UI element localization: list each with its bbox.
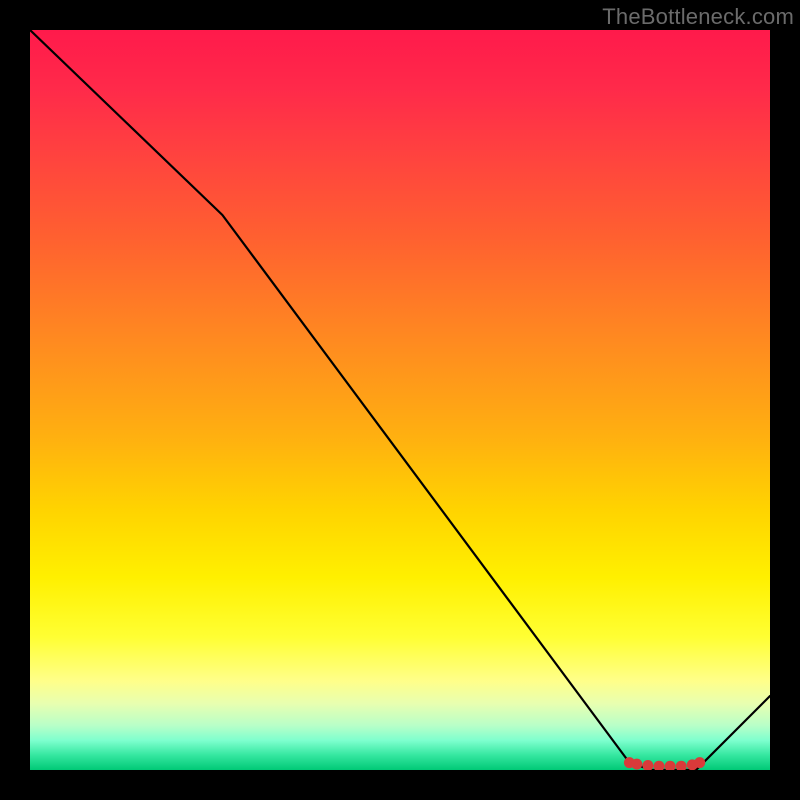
marker-point — [694, 757, 705, 768]
chart-frame: TheBottleneck.com — [0, 0, 800, 800]
marker-point — [624, 757, 635, 768]
marker-point — [687, 759, 698, 770]
marker-point — [676, 761, 687, 770]
plot-area — [30, 30, 770, 770]
marker-point — [665, 761, 676, 770]
marker-point — [631, 759, 642, 770]
watermark-text: TheBottleneck.com — [602, 4, 794, 30]
marker-cluster — [30, 30, 770, 770]
curve-line — [30, 30, 770, 770]
marker-point — [654, 761, 665, 770]
marker-point — [642, 760, 653, 770]
